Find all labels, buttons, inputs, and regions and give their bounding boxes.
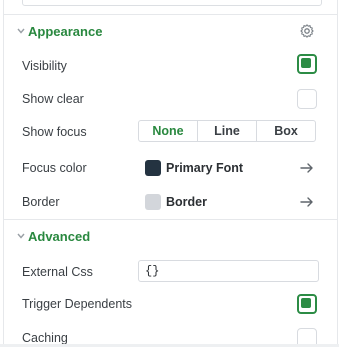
show-clear-label: Show clear bbox=[22, 92, 84, 106]
arrow-right-icon[interactable] bbox=[299, 195, 315, 209]
border-color-swatch[interactable] bbox=[145, 194, 161, 210]
section-title: Advanced bbox=[28, 229, 91, 244]
show-focus-option-line[interactable]: Line bbox=[197, 121, 256, 141]
show-focus-segmented: None Line Box bbox=[138, 120, 316, 142]
visibility-row: Visibility bbox=[4, 52, 337, 80]
external-css-row: External Css {} bbox=[4, 258, 337, 286]
show-focus-label: Show focus bbox=[22, 125, 87, 139]
show-clear-checkbox[interactable] bbox=[297, 89, 317, 109]
properties-panel: Appearance Visibility Show clear Show fo… bbox=[3, 0, 338, 344]
trigger-dependents-row: Trigger Dependents bbox=[4, 290, 337, 318]
previous-field[interactable] bbox=[22, 0, 322, 6]
trigger-dependents-label: Trigger Dependents bbox=[22, 297, 133, 311]
appearance-section-header[interactable]: Appearance bbox=[4, 22, 337, 44]
border-label: Border bbox=[22, 195, 60, 209]
visibility-label: Visibility bbox=[22, 59, 67, 73]
focus-color-row[interactable]: Focus color Primary Font bbox=[4, 154, 337, 182]
external-css-label: External Css bbox=[22, 265, 93, 279]
caching-label: Caching bbox=[22, 331, 68, 344]
caching-row: Caching bbox=[4, 324, 337, 344]
border-color-value: Border bbox=[166, 195, 207, 209]
external-css-input[interactable]: {} bbox=[138, 260, 319, 282]
advanced-section-header[interactable]: Advanced bbox=[4, 227, 337, 249]
section-title: Appearance bbox=[28, 24, 103, 39]
show-focus-option-box[interactable]: Box bbox=[256, 121, 315, 141]
focus-color-label: Focus color bbox=[22, 161, 87, 175]
trigger-dependents-checkbox[interactable] bbox=[297, 294, 317, 314]
divider bbox=[4, 14, 337, 15]
gear-icon[interactable] bbox=[299, 23, 315, 39]
chevron-down-icon bbox=[17, 28, 25, 34]
divider bbox=[4, 219, 337, 220]
focus-color-value: Primary Font bbox=[166, 161, 244, 175]
focus-color-swatch[interactable] bbox=[145, 160, 161, 176]
border-row[interactable]: Border Border bbox=[4, 188, 337, 216]
arrow-right-icon[interactable] bbox=[299, 161, 315, 175]
show-focus-row: Show focus None Line Box bbox=[4, 118, 337, 146]
show-clear-row: Show clear bbox=[4, 85, 337, 113]
show-focus-option-none[interactable]: None bbox=[139, 121, 197, 141]
visibility-checkbox[interactable] bbox=[297, 54, 317, 74]
caching-checkbox[interactable] bbox=[297, 328, 317, 344]
chevron-down-icon bbox=[17, 233, 25, 239]
